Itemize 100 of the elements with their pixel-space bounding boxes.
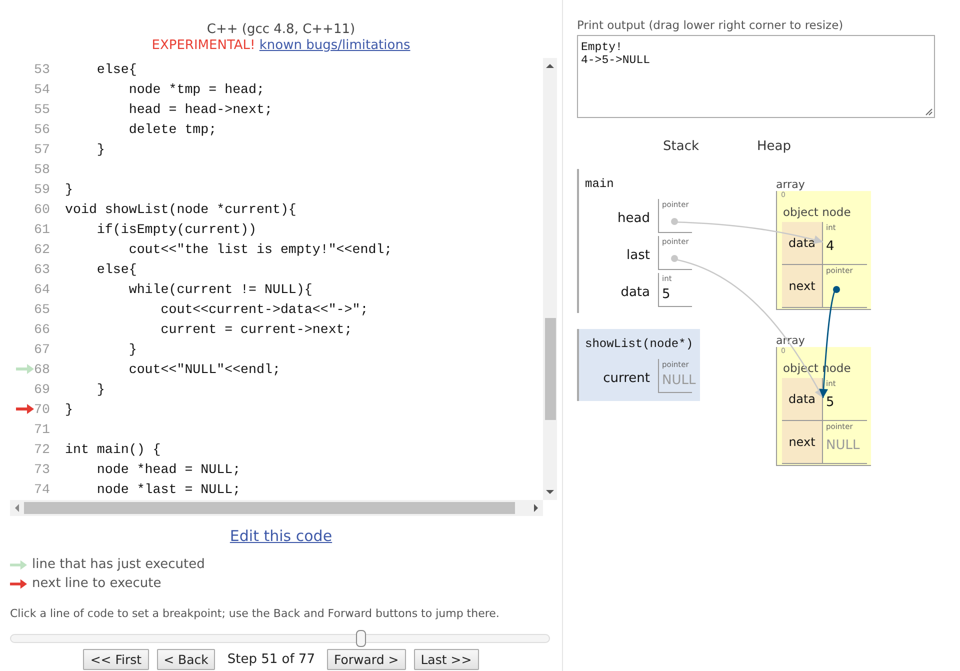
line-number: 53 bbox=[34, 62, 50, 76]
line-number: 54 bbox=[34, 82, 50, 96]
line-number: 57 bbox=[34, 142, 50, 156]
code-text: } bbox=[128, 342, 137, 356]
null-value: NULL bbox=[826, 438, 860, 453]
line-number: 66 bbox=[34, 322, 50, 336]
code-text: cout<<current->data<<"->"; bbox=[160, 302, 368, 316]
code-text: cout<<"the list is empty!"<<endl; bbox=[128, 242, 392, 256]
bugs-link[interactable]: known bugs/limitations bbox=[259, 38, 410, 53]
field-name: next bbox=[782, 421, 823, 463]
stack-heading: Stack bbox=[663, 139, 699, 154]
line-number: 56 bbox=[34, 122, 50, 136]
language-label: C++ (gcc 4.8, C++11) bbox=[206, 22, 356, 38]
code-line[interactable]: 54 node *tmp = head; bbox=[10, 79, 543, 99]
line-number: 58 bbox=[34, 162, 50, 176]
code-text: head = head->next; bbox=[128, 102, 272, 116]
vertical-scrollbar[interactable] bbox=[543, 58, 557, 500]
legend-text: next line to execute bbox=[32, 576, 162, 591]
code-text: int main() { bbox=[65, 442, 161, 456]
line-number: 59 bbox=[34, 182, 50, 196]
nav-button[interactable]: Last >> bbox=[414, 649, 479, 670]
code-line[interactable]: 53 else{ bbox=[10, 59, 543, 79]
code-line[interactable]: 64 while(current != NULL){ bbox=[10, 279, 543, 299]
line-number: 70 bbox=[34, 402, 50, 416]
scrollbar-thumb[interactable] bbox=[545, 318, 556, 420]
pointer-dot bbox=[671, 218, 678, 225]
code-line[interactable]: 60 void showList(node *current){ bbox=[10, 199, 543, 219]
line-number: 65 bbox=[34, 302, 50, 316]
code-line[interactable]: 68 cout<<"NULL"<<endl; bbox=[10, 359, 543, 379]
code-line[interactable]: 70 } bbox=[10, 399, 543, 419]
code-line[interactable]: 73 node *head = NULL; bbox=[10, 459, 543, 479]
code-text: while(current != NULL){ bbox=[128, 282, 312, 296]
scroll-down-icon[interactable] bbox=[546, 489, 554, 495]
resize-grip-icon[interactable] bbox=[925, 108, 933, 116]
field-value: 5 bbox=[826, 395, 834, 410]
array-label: array bbox=[776, 178, 805, 191]
frame-name: main bbox=[585, 177, 614, 191]
variable-name: data bbox=[620, 285, 650, 300]
code-line[interactable]: 74 node *last = NULL; bbox=[10, 479, 543, 499]
code-line[interactable]: 65 cout<<current->data<<"->"; bbox=[10, 299, 543, 319]
variable-name: head bbox=[618, 211, 650, 226]
nav-button[interactable]: << First bbox=[83, 649, 149, 670]
line-number: 60 bbox=[34, 202, 50, 216]
object-type: object node bbox=[783, 205, 851, 219]
scroll-right-icon[interactable] bbox=[533, 504, 539, 512]
code-line[interactable]: 56 delete tmp; bbox=[10, 119, 543, 139]
horizontal-scrollbar[interactable] bbox=[10, 500, 543, 516]
code-line[interactable]: 67 } bbox=[10, 339, 543, 359]
code-text: else{ bbox=[96, 62, 137, 76]
line-number: 72 bbox=[34, 442, 50, 456]
line-number: 67 bbox=[34, 342, 50, 356]
code-line[interactable]: 69 } bbox=[10, 379, 543, 399]
line-number: 55 bbox=[34, 102, 50, 116]
field-name: next bbox=[782, 265, 823, 307]
variable-name: current bbox=[603, 371, 650, 386]
field-name: data bbox=[782, 222, 823, 264]
code-text: } bbox=[96, 382, 105, 396]
field-name: data bbox=[782, 378, 823, 420]
line-number: 64 bbox=[34, 282, 50, 296]
code-text: current = current->next; bbox=[160, 322, 352, 336]
null-value: NULL bbox=[662, 373, 696, 388]
output-line: Empty! bbox=[581, 41, 624, 54]
code-line[interactable]: 59 } bbox=[10, 179, 543, 199]
variable-name: last bbox=[626, 248, 650, 263]
variable-value: 5 bbox=[662, 287, 670, 302]
code-line[interactable]: 66 current = current->next; bbox=[10, 319, 543, 339]
line-number: 69 bbox=[34, 382, 50, 396]
line-number: 63 bbox=[34, 262, 50, 276]
legend-text: line that has just executed bbox=[32, 557, 205, 572]
line-number: 71 bbox=[34, 422, 50, 436]
line-number: 61 bbox=[34, 222, 50, 236]
code-line[interactable]: 61 if(isEmpty(current)) bbox=[10, 219, 543, 239]
code-text: void showList(node *current){ bbox=[65, 202, 296, 216]
code-line[interactable]: 55 head = head->next; bbox=[10, 99, 543, 119]
code-line[interactable]: 63 else{ bbox=[10, 259, 543, 279]
nav-button[interactable]: Forward > bbox=[326, 649, 406, 670]
code-text: cout<<"NULL"<<endl; bbox=[128, 362, 280, 376]
experimental-warning: EXPERIMENTAL! bbox=[152, 38, 256, 53]
code-text: delete tmp; bbox=[128, 122, 217, 136]
code-text: } bbox=[65, 182, 73, 196]
line-number: 73 bbox=[34, 462, 50, 476]
scroll-left-icon[interactable] bbox=[14, 504, 20, 512]
scroll-up-icon[interactable] bbox=[546, 63, 554, 69]
slider-thumb[interactable] bbox=[356, 630, 366, 647]
code-text: else{ bbox=[96, 262, 137, 276]
code-text: } bbox=[65, 402, 73, 416]
output-line: 4->5->NULL bbox=[581, 54, 652, 67]
code-text: node *last = NULL; bbox=[96, 482, 241, 496]
print-output-box[interactable]: Empty! 4->5->NULL bbox=[577, 35, 935, 118]
code-text: if(isEmpty(current)) bbox=[96, 222, 257, 236]
code-line[interactable]: 57 } bbox=[10, 139, 543, 159]
output-label: Print output (drag lower right corner to resize) bbox=[577, 18, 844, 32]
code-line[interactable]: 72 int main() { bbox=[10, 439, 543, 459]
code-text: node *tmp = head; bbox=[128, 82, 264, 96]
edit-code-link[interactable]: Edit this code bbox=[230, 527, 332, 545]
code-line[interactable]: 62 cout<<"the list is empty!"<<endl; bbox=[10, 239, 543, 259]
nav-button[interactable]: < Back bbox=[156, 649, 216, 670]
line-number: 68 bbox=[34, 362, 50, 376]
heap-heading: Heap bbox=[757, 139, 791, 154]
step-counter: Step 51 of 77 bbox=[227, 652, 315, 667]
